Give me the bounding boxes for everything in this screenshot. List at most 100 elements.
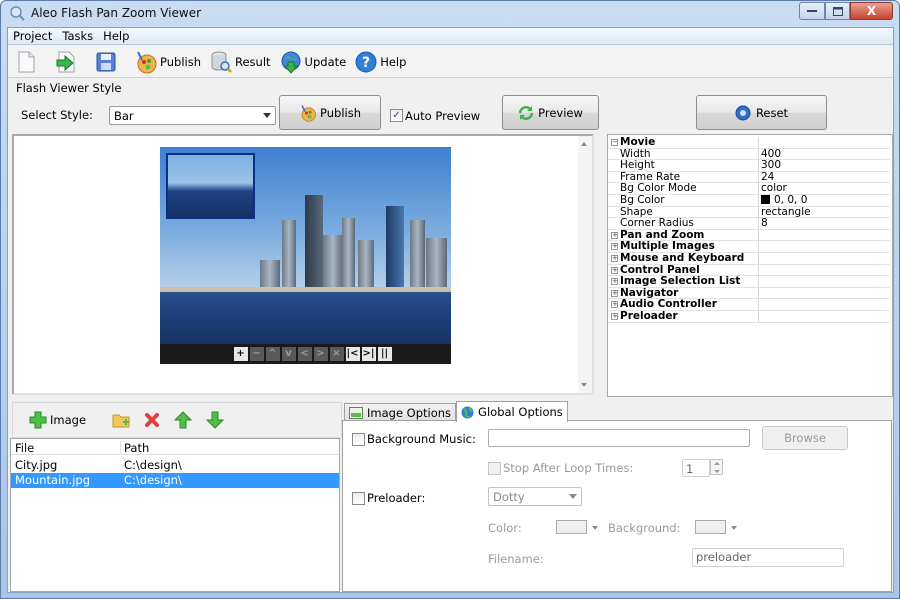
move-up-icon[interactable] xyxy=(174,411,193,429)
preview-scrollbar[interactable] xyxy=(578,136,592,393)
close-button[interactable]: X xyxy=(850,2,893,20)
property-value[interactable]: rectangle xyxy=(758,206,811,218)
result-button[interactable]: Result xyxy=(209,48,271,76)
property-category[interactable]: − Movie xyxy=(608,137,890,149)
open-project-icon xyxy=(56,51,75,72)
reset-view-button[interactable]: × xyxy=(329,347,344,361)
loop-times-input[interactable]: 1 xyxy=(682,459,710,477)
flash-preview-movie[interactable]: + − ^ v < > × |< >| || xyxy=(160,147,451,364)
maximize-button[interactable] xyxy=(825,2,850,20)
column-header-path[interactable]: Path xyxy=(120,441,149,455)
skyline-building xyxy=(342,218,355,290)
property-value[interactable]: 24 xyxy=(758,171,774,183)
expand-icon[interactable]: + xyxy=(611,301,618,309)
collapse-icon[interactable]: − xyxy=(611,139,618,146)
loop-times-spinner[interactable] xyxy=(710,459,723,475)
pan-down-button[interactable]: v xyxy=(281,347,296,361)
main-toolbar: Publish Result Update ? Help xyxy=(8,46,893,78)
update-label: Update xyxy=(304,54,347,69)
publish-icon xyxy=(301,104,316,122)
tab-global-options[interactable]: Global Options xyxy=(456,401,568,422)
skyline-building xyxy=(305,195,323,290)
add-image-button[interactable]: Image xyxy=(29,411,86,429)
property-name: Width xyxy=(620,147,651,160)
navigator-thumbnail[interactable] xyxy=(166,153,255,219)
preloader-style-value: Dotty xyxy=(493,490,525,504)
pause-button[interactable]: || xyxy=(377,347,392,361)
color-dropdown-icon[interactable] xyxy=(592,526,598,530)
preview-button[interactable]: Preview xyxy=(502,95,599,130)
next-image-button[interactable]: >| xyxy=(361,347,376,361)
new-project-button[interactable] xyxy=(14,48,40,76)
previous-image-button[interactable]: |< xyxy=(345,347,360,361)
expand-icon[interactable]: + xyxy=(611,231,618,239)
help-button[interactable]: ? Help xyxy=(354,48,406,76)
property-value[interactable]: 300 xyxy=(758,160,781,172)
pan-left-button[interactable]: < xyxy=(297,347,312,361)
scroll-down-icon[interactable] xyxy=(581,383,587,387)
filename-input[interactable]: preloader xyxy=(692,548,844,567)
menu-project[interactable]: Project xyxy=(8,28,57,44)
property-value[interactable]: 0, 0, 0 xyxy=(758,195,807,206)
color-label: Color: xyxy=(488,521,522,535)
spin-up-icon[interactable] xyxy=(714,462,720,465)
skyline-building xyxy=(410,220,425,290)
property-grid: − Movie Width 400 Height 300 Frame Rate 24 Bg Co… xyxy=(607,134,893,397)
background-music-checkbox[interactable] xyxy=(352,433,365,446)
scroll-up-icon[interactable] xyxy=(581,142,587,146)
zoom-out-button[interactable]: − xyxy=(249,347,264,361)
expand-icon[interactable]: + xyxy=(611,313,618,320)
background-music-input[interactable] xyxy=(488,429,750,447)
file-name: Mountain.jpg xyxy=(15,473,91,487)
zoom-in-button[interactable]: + xyxy=(233,347,248,361)
property-value[interactable]: color xyxy=(758,183,787,195)
property-category[interactable]: + Preloader xyxy=(608,311,890,323)
pan-up-button[interactable]: ^ xyxy=(265,347,280,361)
property-name: Bg Color Mode xyxy=(620,182,697,195)
property-value xyxy=(758,229,761,241)
menu-help[interactable]: Help xyxy=(98,28,134,44)
column-header-file[interactable]: File xyxy=(15,441,34,455)
section-title: Flash Viewer Style xyxy=(16,81,122,95)
open-project-button[interactable] xyxy=(54,48,80,76)
property-name: Mouse and Keyboard xyxy=(620,252,745,264)
expand-icon[interactable]: + xyxy=(611,278,618,286)
color-swatch[interactable] xyxy=(556,520,587,534)
property-row[interactable]: Bg Color 0, 0, 0 xyxy=(608,195,890,207)
pan-right-button[interactable]: > xyxy=(313,347,328,361)
background-color-dropdown-icon[interactable] xyxy=(731,526,737,530)
spin-down-icon[interactable] xyxy=(714,470,720,473)
expand-icon[interactable]: + xyxy=(611,243,618,251)
preloader-checkbox[interactable] xyxy=(352,492,365,505)
image-toolbar: Image xyxy=(12,402,342,438)
add-folder-icon[interactable] xyxy=(112,412,130,428)
preview-area: + − ^ v < > × |< >| || xyxy=(12,134,594,395)
file-list-row[interactable]: City.jpg C:\design\ xyxy=(11,458,339,473)
browse-button[interactable]: Browse xyxy=(762,426,848,450)
background-color-swatch[interactable] xyxy=(695,520,726,534)
property-category[interactable]: + Mouse and Keyboard xyxy=(608,253,890,265)
property-value-text: 0, 0, 0 xyxy=(774,194,808,206)
menu-tasks[interactable]: Tasks xyxy=(57,28,98,44)
expand-icon[interactable]: + xyxy=(611,255,618,262)
minimize-button[interactable] xyxy=(799,2,825,20)
file-list-row-selected[interactable]: Mountain.jpg C:\design\ xyxy=(11,473,339,488)
move-down-icon[interactable] xyxy=(206,411,225,429)
expand-icon[interactable]: + xyxy=(611,289,618,297)
style-select[interactable]: Bar xyxy=(109,106,276,125)
property-value[interactable]: 400 xyxy=(758,148,781,160)
publish-toolbar-button[interactable]: Publish xyxy=(134,48,201,76)
delete-icon[interactable] xyxy=(144,412,160,428)
save-button[interactable] xyxy=(94,48,120,76)
reset-button[interactable]: Reset xyxy=(696,95,827,130)
property-value[interactable]: 8 xyxy=(758,218,768,230)
property-value xyxy=(758,241,761,253)
expand-icon[interactable]: + xyxy=(611,266,618,274)
publish-button[interactable]: Publish xyxy=(279,95,381,130)
preloader-style-select[interactable]: Dotty xyxy=(488,487,582,506)
stop-after-loop-checkbox[interactable] xyxy=(488,462,501,475)
update-button[interactable]: Update xyxy=(279,48,347,76)
auto-preview-checkbox[interactable]: ✓ xyxy=(390,109,403,122)
publish-icon xyxy=(137,51,157,73)
property-name: Multiple Images xyxy=(620,240,715,253)
